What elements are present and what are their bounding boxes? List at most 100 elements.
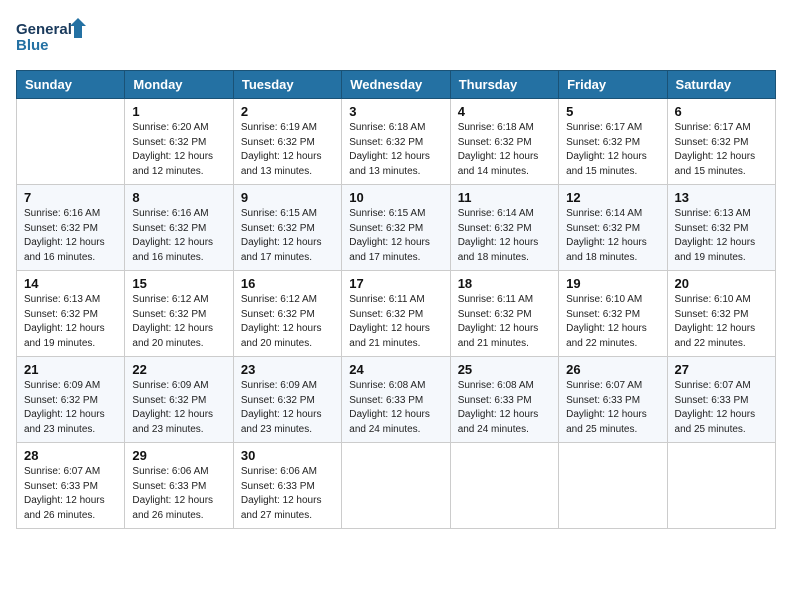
day-info: Sunrise: 6:06 AMSunset: 6:33 PMDaylight:…: [241, 465, 334, 523]
day-cell: 1 Sunrise: 6:20 AMSunset: 6:32 PMDaylight…: [125, 99, 233, 185]
day-cell: 3 Sunrise: 6:18 AMSunset: 6:32 PMDaylight…: [342, 99, 450, 185]
day-number: 15: [132, 276, 225, 291]
day-cell: 25 Sunrise: 6:08 AMSunset: 6:33 PMDayligh…: [450, 357, 558, 443]
day-number: 16: [241, 276, 334, 291]
day-number: 3: [349, 104, 442, 119]
day-info: Sunrise: 6:17 AMSunset: 6:32 PMDaylight:…: [675, 121, 768, 179]
day-info: Sunrise: 6:11 AMSunset: 6:32 PMDaylight:…: [349, 293, 442, 351]
day-cell: 17 Sunrise: 6:11 AMSunset: 6:32 PMDayligh…: [342, 271, 450, 357]
day-cell: [559, 443, 667, 529]
day-cell: 7 Sunrise: 6:16 AMSunset: 6:32 PMDaylight…: [17, 185, 125, 271]
day-number: 21: [24, 362, 117, 377]
day-info: Sunrise: 6:14 AMSunset: 6:32 PMDaylight:…: [566, 207, 659, 265]
day-cell: 10 Sunrise: 6:15 AMSunset: 6:32 PMDayligh…: [342, 185, 450, 271]
header-wednesday: Wednesday: [342, 71, 450, 99]
day-cell: 30 Sunrise: 6:06 AMSunset: 6:33 PMDayligh…: [233, 443, 341, 529]
svg-text:Blue: Blue: [16, 37, 49, 54]
day-info: Sunrise: 6:13 AMSunset: 6:32 PMDaylight:…: [24, 293, 117, 351]
day-cell: [450, 443, 558, 529]
day-info: Sunrise: 6:07 AMSunset: 6:33 PMDaylight:…: [566, 379, 659, 437]
day-number: 14: [24, 276, 117, 291]
day-info: Sunrise: 6:07 AMSunset: 6:33 PMDaylight:…: [24, 465, 117, 523]
day-number: 6: [675, 104, 768, 119]
day-info: Sunrise: 6:13 AMSunset: 6:32 PMDaylight:…: [675, 207, 768, 265]
day-info: Sunrise: 6:10 AMSunset: 6:32 PMDaylight:…: [675, 293, 768, 351]
day-number: 22: [132, 362, 225, 377]
day-info: Sunrise: 6:20 AMSunset: 6:32 PMDaylight:…: [132, 121, 225, 179]
day-cell: 28Sunrise: 6:07 AMSunset: 6:33 PMDayligh…: [17, 443, 125, 529]
day-cell: [667, 443, 775, 529]
week-row-2: 7 Sunrise: 6:16 AMSunset: 6:32 PMDaylight…: [17, 185, 776, 271]
day-info: Sunrise: 6:12 AMSunset: 6:32 PMDaylight:…: [241, 293, 334, 351]
day-cell: 14 Sunrise: 6:13 AMSunset: 6:32 PMDayligh…: [17, 271, 125, 357]
day-number: 26: [566, 362, 659, 377]
day-number: 8: [132, 190, 225, 205]
day-cell: 8 Sunrise: 6:16 AMSunset: 6:32 PMDaylight…: [125, 185, 233, 271]
logo-svg: General Blue: [16, 16, 86, 58]
day-number: 19: [566, 276, 659, 291]
day-number: 10: [349, 190, 442, 205]
day-number: 23: [241, 362, 334, 377]
day-cell: 11Sunrise: 6:14 AMSunset: 6:32 PMDayligh…: [450, 185, 558, 271]
day-number: 20: [675, 276, 768, 291]
header-friday: Friday: [559, 71, 667, 99]
day-info: Sunrise: 6:09 AMSunset: 6:32 PMDaylight:…: [132, 379, 225, 437]
day-info: Sunrise: 6:09 AMSunset: 6:32 PMDaylight:…: [241, 379, 334, 437]
day-info: Sunrise: 6:08 AMSunset: 6:33 PMDaylight:…: [458, 379, 551, 437]
day-cell: 26 Sunrise: 6:07 AMSunset: 6:33 PMDayligh…: [559, 357, 667, 443]
day-cell: 13 Sunrise: 6:13 AMSunset: 6:32 PMDayligh…: [667, 185, 775, 271]
day-number: 5: [566, 104, 659, 119]
day-number: 4: [458, 104, 551, 119]
day-cell: 27Sunrise: 6:07 AMSunset: 6:33 PMDayligh…: [667, 357, 775, 443]
svg-text:General: General: [16, 21, 72, 38]
logo: General Blue: [16, 16, 86, 58]
week-row-3: 14 Sunrise: 6:13 AMSunset: 6:32 PMDayligh…: [17, 271, 776, 357]
day-number: 30: [241, 448, 334, 463]
day-info: Sunrise: 6:08 AMSunset: 6:33 PMDaylight:…: [349, 379, 442, 437]
day-number: 9: [241, 190, 334, 205]
day-cell: 6 Sunrise: 6:17 AMSunset: 6:32 PMDaylight…: [667, 99, 775, 185]
day-cell: 20 Sunrise: 6:10 AMSunset: 6:32 PMDayligh…: [667, 271, 775, 357]
day-info: Sunrise: 6:16 AMSunset: 6:32 PMDaylight:…: [24, 207, 117, 265]
day-info: Sunrise: 6:11 AMSunset: 6:32 PMDaylight:…: [458, 293, 551, 351]
day-info: Sunrise: 6:16 AMSunset: 6:32 PMDaylight:…: [132, 207, 225, 265]
calendar-header-row: SundayMondayTuesdayWednesdayThursdayFrid…: [17, 71, 776, 99]
day-number: 13: [675, 190, 768, 205]
day-cell: 15 Sunrise: 6:12 AMSunset: 6:32 PMDayligh…: [125, 271, 233, 357]
day-cell: 19 Sunrise: 6:10 AMSunset: 6:32 PMDayligh…: [559, 271, 667, 357]
day-number: 25: [458, 362, 551, 377]
day-cell: 23 Sunrise: 6:09 AMSunset: 6:32 PMDayligh…: [233, 357, 341, 443]
header-thursday: Thursday: [450, 71, 558, 99]
day-info: Sunrise: 6:09 AMSunset: 6:32 PMDaylight:…: [24, 379, 117, 437]
header-monday: Monday: [125, 71, 233, 99]
calendar-table: SundayMondayTuesdayWednesdayThursdayFrid…: [16, 70, 776, 529]
header-sunday: Sunday: [17, 71, 125, 99]
day-info: Sunrise: 6:12 AMSunset: 6:32 PMDaylight:…: [132, 293, 225, 351]
week-row-4: 21 Sunrise: 6:09 AMSunset: 6:32 PMDayligh…: [17, 357, 776, 443]
day-cell: 4 Sunrise: 6:18 AMSunset: 6:32 PMDaylight…: [450, 99, 558, 185]
day-number: 17: [349, 276, 442, 291]
day-info: Sunrise: 6:10 AMSunset: 6:32 PMDaylight:…: [566, 293, 659, 351]
day-cell: [342, 443, 450, 529]
day-number: 1: [132, 104, 225, 119]
day-info: Sunrise: 6:07 AMSunset: 6:33 PMDaylight:…: [675, 379, 768, 437]
day-cell: 5Sunrise: 6:17 AMSunset: 6:32 PMDaylight…: [559, 99, 667, 185]
day-number: 7: [24, 190, 117, 205]
day-number: 24: [349, 362, 442, 377]
day-info: Sunrise: 6:18 AMSunset: 6:32 PMDaylight:…: [349, 121, 442, 179]
day-number: 18: [458, 276, 551, 291]
day-info: Sunrise: 6:06 AMSunset: 6:33 PMDaylight:…: [132, 465, 225, 523]
day-cell: 21 Sunrise: 6:09 AMSunset: 6:32 PMDayligh…: [17, 357, 125, 443]
day-info: Sunrise: 6:15 AMSunset: 6:32 PMDaylight:…: [349, 207, 442, 265]
day-cell: 16 Sunrise: 6:12 AMSunset: 6:32 PMDayligh…: [233, 271, 341, 357]
day-number: 11: [458, 190, 551, 205]
day-number: 2: [241, 104, 334, 119]
header-tuesday: Tuesday: [233, 71, 341, 99]
header-saturday: Saturday: [667, 71, 775, 99]
day-info: Sunrise: 6:18 AMSunset: 6:32 PMDaylight:…: [458, 121, 551, 179]
day-info: Sunrise: 6:19 AMSunset: 6:32 PMDaylight:…: [241, 121, 334, 179]
week-row-1: 1 Sunrise: 6:20 AMSunset: 6:32 PMDaylight…: [17, 99, 776, 185]
day-cell: [17, 99, 125, 185]
day-number: 29: [132, 448, 225, 463]
page-header: General Blue: [16, 16, 776, 58]
